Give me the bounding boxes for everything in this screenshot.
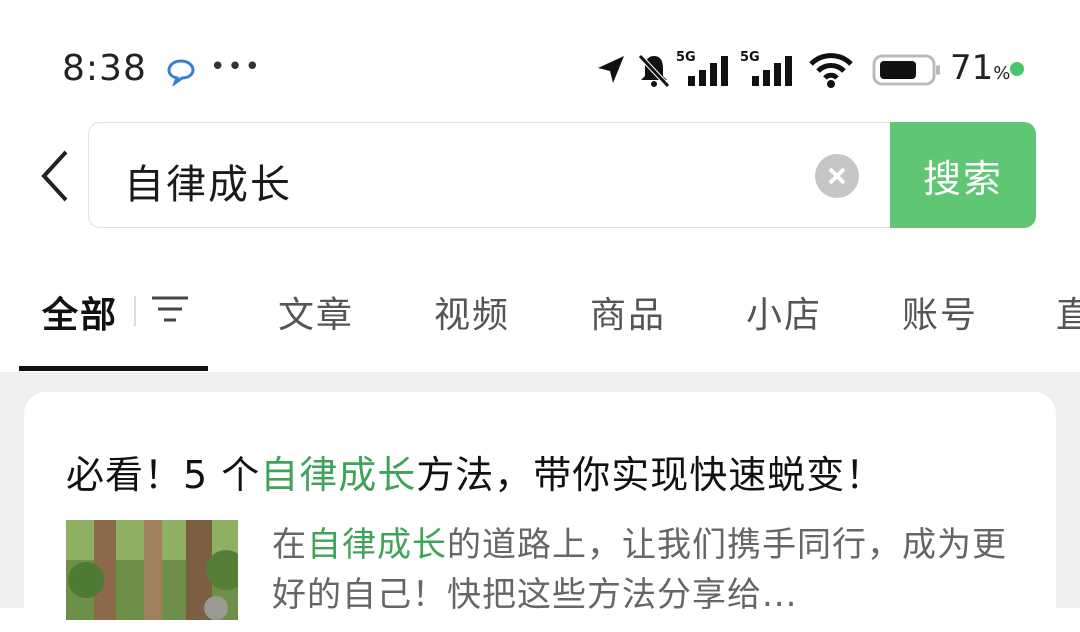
filter-icon[interactable]: [150, 290, 190, 330]
tab-divider: [134, 296, 136, 326]
tab-products[interactable]: 商品: [590, 286, 666, 338]
status-time: 8:38: [62, 48, 147, 89]
tab-shops[interactable]: 小店: [746, 286, 822, 338]
tab-all[interactable]: 全部: [42, 286, 118, 338]
battery-icon: [872, 54, 940, 86]
chat-notification-icon: [167, 59, 195, 86]
more-status-icon: •••: [210, 52, 263, 82]
result-snippet: 在自律成长的道路上，让我们携手同行，成为更好的自己！快把这些方法分享给...: [272, 525, 1007, 615]
location-icon: [598, 56, 624, 83]
result-thumbnail[interactable]: [66, 520, 238, 620]
close-icon: [828, 167, 846, 185]
battery-percent: 71%: [950, 48, 1011, 88]
result-title[interactable]: 必看！5 个自律成长方法，带你实现快速蜕变！: [66, 444, 884, 499]
tab-live[interactable]: 直: [1056, 286, 1080, 338]
forest-owl-image: [66, 520, 238, 620]
active-indicator-dot: [1010, 62, 1024, 76]
clear-search-button[interactable]: [815, 154, 859, 198]
wifi-icon: [809, 53, 853, 88]
search-input[interactable]: 自律成长: [124, 152, 292, 210]
back-arrow-icon[interactable]: [38, 148, 70, 204]
active-tab-indicator: [19, 366, 208, 371]
tab-videos[interactable]: 视频: [434, 286, 510, 338]
search-button[interactable]: 搜索: [890, 122, 1036, 228]
tab-accounts[interactable]: 账号: [902, 286, 978, 338]
mute-bell-icon: [638, 54, 670, 88]
tab-articles[interactable]: 文章: [278, 286, 354, 338]
signal-bars-icon: [752, 56, 792, 86]
signal-bars-icon: [688, 56, 728, 86]
